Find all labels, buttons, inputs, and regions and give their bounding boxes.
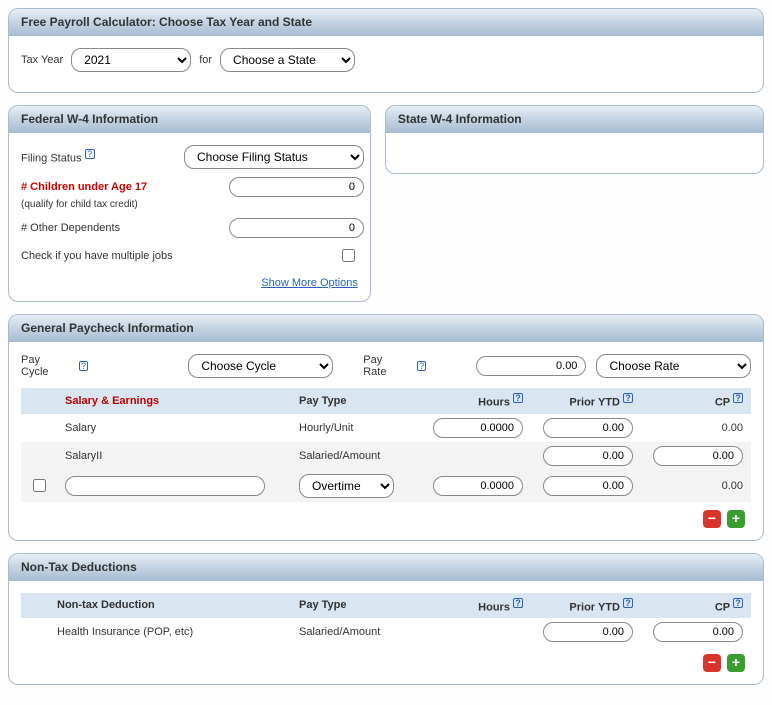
add-row-button[interactable]: + bbox=[727, 654, 745, 672]
table-row: Salary Hourly/Unit 0.00 bbox=[21, 414, 751, 442]
help-icon[interactable]: ? bbox=[85, 149, 95, 159]
cp-value: 0.00 bbox=[641, 414, 751, 442]
col-paytype: Pay Type bbox=[291, 593, 421, 619]
priorytd-input[interactable] bbox=[543, 622, 633, 642]
row-checkbox[interactable] bbox=[33, 479, 46, 492]
top-panel: Free Payroll Calculator: Choose Tax Year… bbox=[8, 8, 764, 93]
help-icon[interactable]: ? bbox=[623, 598, 633, 608]
custom-paytype-select[interactable]: Overtime bbox=[299, 474, 394, 498]
cp-value: 0.00 bbox=[641, 470, 751, 502]
other-dep-input[interactable] bbox=[229, 218, 364, 238]
col-cp: CP bbox=[715, 601, 730, 613]
help-icon[interactable]: ? bbox=[733, 598, 743, 608]
tax-year-label: Tax Year bbox=[21, 54, 63, 66]
table-row: Overtime 0.00 bbox=[21, 470, 751, 502]
hours-input[interactable] bbox=[433, 476, 523, 496]
help-icon[interactable]: ? bbox=[513, 598, 523, 608]
cp-input[interactable] bbox=[653, 622, 743, 642]
federal-title: Federal W-4 Information bbox=[9, 106, 370, 133]
remove-row-button[interactable]: − bbox=[703, 654, 721, 672]
priorytd-input[interactable] bbox=[543, 418, 633, 438]
table-row: SalaryII Salaried/Amount bbox=[21, 442, 751, 470]
nontax-panel: Non-Tax Deductions Non-tax Deduction Pay… bbox=[8, 553, 764, 686]
priorytd-input[interactable] bbox=[543, 476, 633, 496]
priorytd-input[interactable] bbox=[543, 446, 633, 466]
pay-rate-label: Pay Rate bbox=[363, 354, 407, 378]
help-icon[interactable]: ? bbox=[733, 393, 743, 403]
earnings-table: Salary & Earnings Pay Type Hours ? Prior… bbox=[21, 388, 751, 502]
pay-cycle-select[interactable]: Choose Cycle bbox=[188, 354, 333, 378]
help-icon[interactable]: ? bbox=[623, 393, 633, 403]
tax-year-select[interactable]: 2021 bbox=[71, 48, 191, 72]
multi-jobs-label: Check if you have multiple jobs bbox=[21, 250, 173, 262]
show-more-link[interactable]: Show More Options bbox=[261, 277, 358, 289]
state-panel: State W-4 Information bbox=[385, 105, 764, 174]
cp-input[interactable] bbox=[653, 446, 743, 466]
pay-cycle-label: Pay Cycle bbox=[21, 354, 69, 378]
col-name: Non-tax Deduction bbox=[49, 593, 291, 619]
col-cp: CP bbox=[715, 397, 730, 409]
col-salary: Salary & Earnings bbox=[57, 388, 291, 414]
table-row: Health Insurance (POP, etc) Salaried/Amo… bbox=[21, 618, 751, 646]
children-note: (qualify for child tax credit) bbox=[21, 199, 358, 210]
general-panel: General Paycheck Information Pay Cycle ?… bbox=[8, 314, 764, 541]
hours-input[interactable] bbox=[433, 418, 523, 438]
remove-row-button[interactable]: − bbox=[703, 510, 721, 528]
children-label: # Children under Age 17 bbox=[21, 181, 147, 193]
row-name: SalaryII bbox=[57, 442, 291, 470]
nontax-table: Non-tax Deduction Pay Type Hours ? Prior… bbox=[21, 593, 751, 647]
multi-jobs-checkbox[interactable] bbox=[342, 249, 355, 262]
col-priorytd: Prior YTD bbox=[569, 601, 620, 613]
help-icon[interactable]: ? bbox=[417, 361, 427, 371]
add-row-button[interactable]: + bbox=[727, 510, 745, 528]
col-priorytd: Prior YTD bbox=[569, 397, 620, 409]
general-title: General Paycheck Information bbox=[9, 315, 763, 342]
custom-name-input[interactable] bbox=[65, 476, 265, 496]
row-name: Salary bbox=[57, 414, 291, 442]
state-select[interactable]: Choose a State bbox=[220, 48, 355, 72]
top-panel-title: Free Payroll Calculator: Choose Tax Year… bbox=[9, 9, 763, 36]
children-input[interactable] bbox=[229, 177, 364, 197]
filing-status-select[interactable]: Choose Filing Status bbox=[184, 145, 364, 169]
row-paytype: Hourly/Unit bbox=[291, 414, 421, 442]
row-paytype: Salaried/Amount bbox=[291, 442, 421, 470]
help-icon[interactable]: ? bbox=[79, 361, 89, 371]
col-hours: Hours bbox=[478, 397, 510, 409]
rate-unit-select[interactable]: Choose Rate bbox=[596, 354, 751, 378]
nontax-title: Non-Tax Deductions bbox=[9, 554, 763, 581]
row-name: Health Insurance (POP, etc) bbox=[49, 618, 291, 646]
for-label: for bbox=[199, 54, 212, 66]
help-icon[interactable]: ? bbox=[513, 393, 523, 403]
filing-status-label: Filing Status bbox=[21, 153, 82, 165]
col-hours: Hours bbox=[478, 601, 510, 613]
state-title: State W-4 Information bbox=[386, 106, 763, 133]
col-paytype: Pay Type bbox=[291, 388, 421, 414]
federal-panel: Federal W-4 Information Filing Status ? … bbox=[8, 105, 371, 302]
row-paytype: Salaried/Amount bbox=[291, 618, 421, 646]
pay-rate-input[interactable] bbox=[476, 356, 586, 376]
other-dep-label: # Other Dependents bbox=[21, 222, 120, 234]
